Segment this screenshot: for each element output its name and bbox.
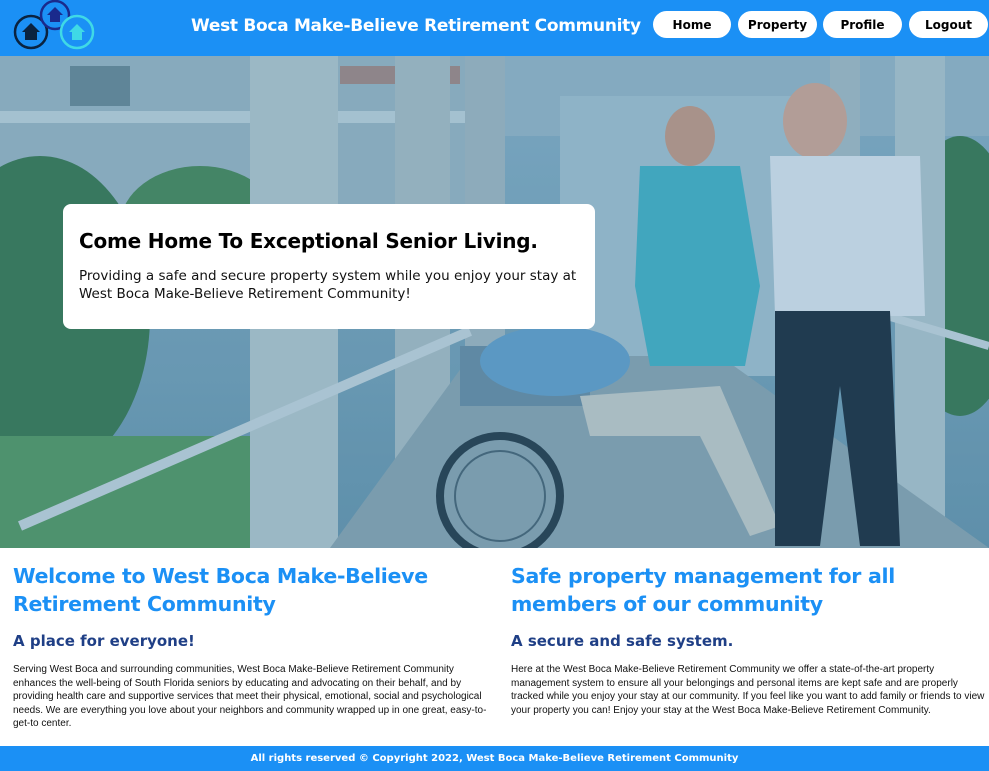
nav-property-button[interactable]: Property xyxy=(738,11,817,38)
welcome-body: Serving West Boca and surrounding commun… xyxy=(13,664,487,729)
hero-description: Providing a safe and secure property sys… xyxy=(79,268,577,302)
footer: All rights reserved © Copyright 2022, We… xyxy=(0,746,989,771)
nav-profile-button[interactable]: Profile xyxy=(823,11,902,38)
nav-home-button[interactable]: Home xyxy=(653,11,731,38)
welcome-section: Welcome to West Boca Make-Believe Retire… xyxy=(13,562,491,731)
houses-logo-icon[interactable] xyxy=(10,0,98,52)
site-title: West Boca Make-Believe Retirement Commun… xyxy=(191,16,641,36)
welcome-subtitle: A place for everyone! xyxy=(13,632,195,650)
hero-banner: Come Home To Exceptional Senior Living. … xyxy=(0,56,989,548)
top-navigation-bar: West Boca Make-Believe Retirement Commun… xyxy=(0,0,989,56)
welcome-title: Welcome to West Boca Make-Believe Retire… xyxy=(13,564,428,616)
footer-copyright: All rights reserved © Copyright 2022, We… xyxy=(250,753,739,764)
property-management-section: Safe property management for all members… xyxy=(511,562,989,717)
hero-heading: Come Home To Exceptional Senior Living. xyxy=(79,229,538,253)
hero-card: Come Home To Exceptional Senior Living. … xyxy=(63,204,595,329)
property-management-body: Here at the West Boca Make-Believe Retir… xyxy=(511,664,985,716)
nav-logout-button[interactable]: Logout xyxy=(909,11,988,38)
property-management-subtitle: A secure and safe system. xyxy=(511,632,734,650)
property-management-title: Safe property management for all members… xyxy=(511,564,895,616)
